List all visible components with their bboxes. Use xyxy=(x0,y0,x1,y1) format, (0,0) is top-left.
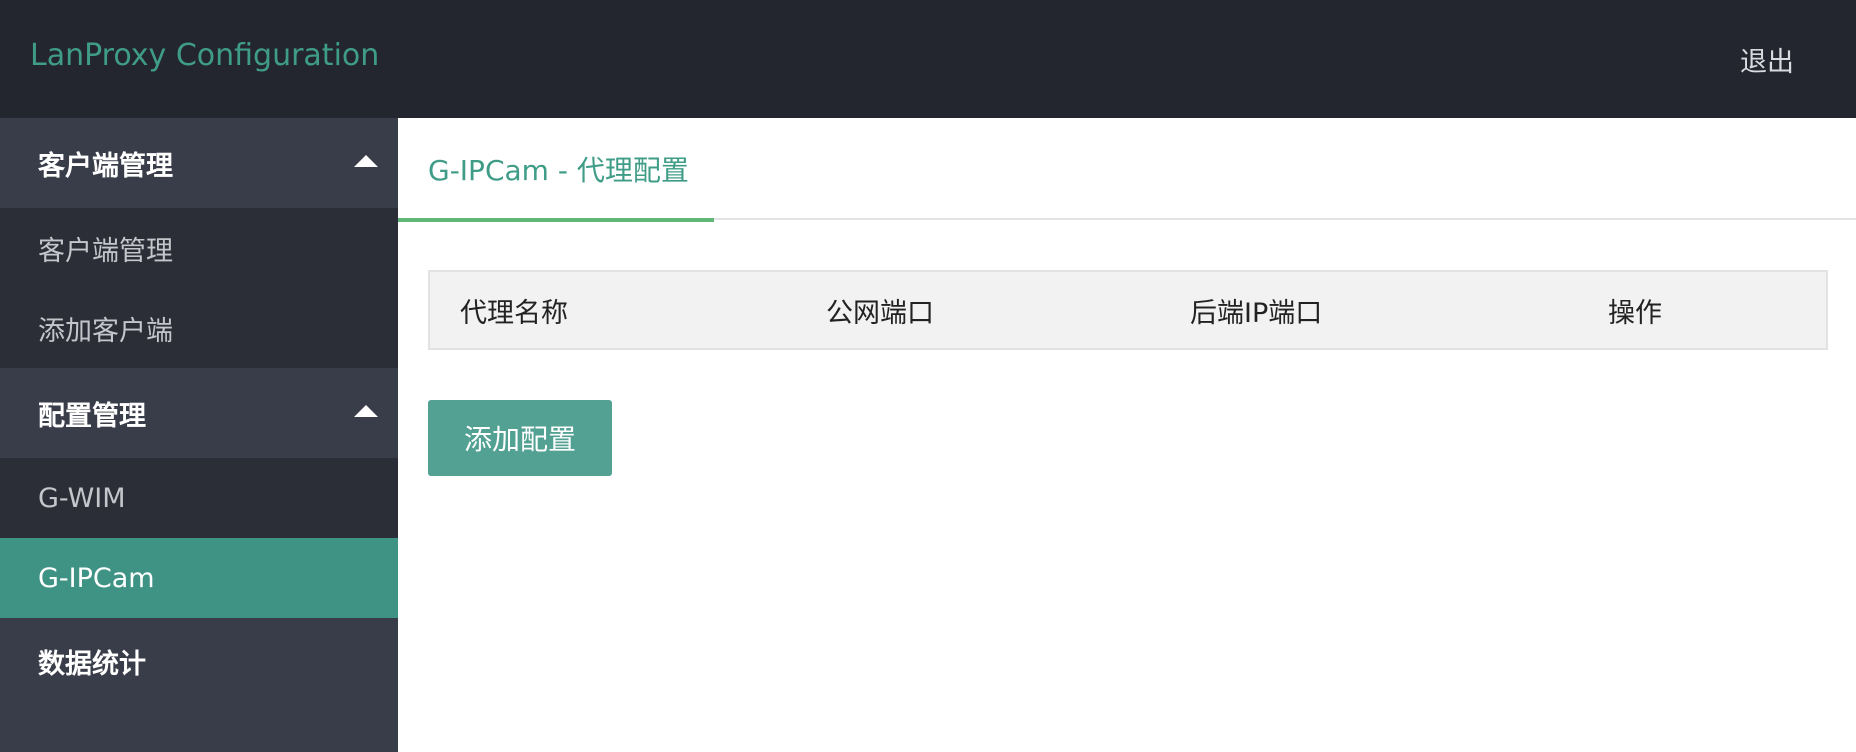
sidebar-item-g-ipcam[interactable]: G-IPCam xyxy=(0,538,398,618)
main-content: G-IPCam - 代理配置 代理名称 公网端口 后端IP端口 操作 添加配置 xyxy=(398,118,1856,752)
sidebar-item-add-client[interactable]: 添加客户端 xyxy=(0,288,398,368)
sidebar-group-label: 客户端管理 xyxy=(38,150,173,182)
logout-link[interactable]: 退出 xyxy=(1740,40,1794,79)
sidebar-item-statistics[interactable]: 数据统计 xyxy=(0,618,398,704)
tab-label: G-IPCam - 代理配置 xyxy=(428,154,689,187)
sidebar-item-label: G-IPCam xyxy=(38,562,155,594)
sidebar-group-label: 配置管理 xyxy=(38,400,146,432)
tab-bar: G-IPCam - 代理配置 xyxy=(398,118,1856,222)
sidebar-item-label: G-WIM xyxy=(38,482,126,514)
app-title[interactable]: LanProxy Configuration xyxy=(30,38,379,73)
column-header-proxy-name: 代理名称 xyxy=(460,297,568,329)
sidebar-item-label: 客户端管理 xyxy=(38,235,173,267)
sidebar-item-label: 数据统计 xyxy=(38,648,146,680)
sidebar-item-g-wim[interactable]: G-WIM xyxy=(0,458,398,538)
tab-active-indicator xyxy=(398,218,714,222)
sidebar-item-label: 添加客户端 xyxy=(38,315,173,347)
column-header-actions: 操作 xyxy=(1608,297,1662,329)
caret-up-icon xyxy=(354,405,378,417)
sidebar-item-client-management[interactable]: 客户端管理 xyxy=(0,208,398,288)
tab-proxy-config[interactable]: G-IPCam - 代理配置 xyxy=(398,118,714,222)
column-header-public-port: 公网端口 xyxy=(826,297,934,329)
column-header-backend-ip-port: 后端IP端口 xyxy=(1190,297,1323,329)
add-config-button[interactable]: 添加配置 xyxy=(428,400,612,476)
sidebar-group-config-management[interactable]: 配置管理 xyxy=(0,368,398,458)
sidebar: 客户端管理 客户端管理 添加客户端 配置管理 G-WIM G-IPCam 数据统… xyxy=(0,118,398,752)
top-header: LanProxy Configuration 退出 xyxy=(0,0,1856,118)
table-header: 代理名称 公网端口 后端IP端口 操作 xyxy=(428,270,1828,350)
sidebar-group-client-management[interactable]: 客户端管理 xyxy=(0,118,398,208)
caret-up-icon xyxy=(354,155,378,167)
